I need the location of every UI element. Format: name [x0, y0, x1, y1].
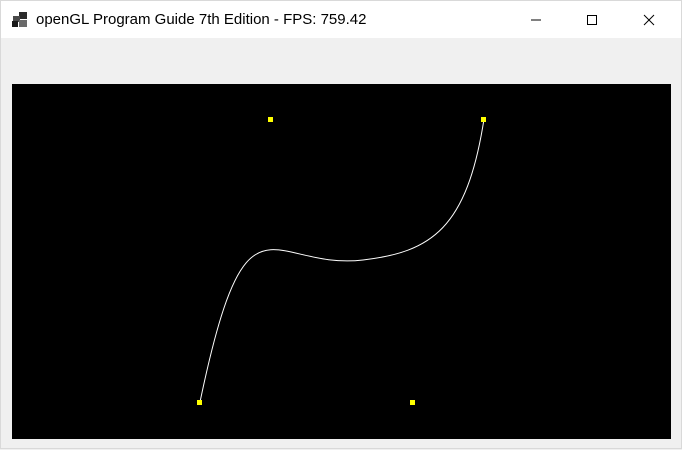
- app-window: openGL Program Guide 7th Edition - FPS: …: [0, 0, 682, 449]
- minimize-icon: [531, 19, 541, 20]
- control-point-1[interactable]: [268, 117, 273, 122]
- maximize-icon: [587, 14, 597, 25]
- title-bar[interactable]: openGL Program Guide 7th Edition - FPS: …: [1, 1, 681, 38]
- control-point-start[interactable]: [197, 400, 202, 405]
- close-button[interactable]: [626, 1, 672, 38]
- window-bottom-edge: [12, 439, 671, 450]
- minimize-button[interactable]: [513, 1, 559, 38]
- control-point-end[interactable]: [481, 117, 486, 122]
- control-point-2[interactable]: [410, 400, 415, 405]
- opengl-app-icon: [12, 12, 27, 27]
- close-icon: [643, 14, 655, 25]
- window-title: openGL Program Guide 7th Edition - FPS: …: [36, 11, 367, 28]
- maximize-button[interactable]: [569, 1, 615, 38]
- opengl-canvas[interactable]: [12, 84, 671, 439]
- canvas-background: [12, 84, 671, 439]
